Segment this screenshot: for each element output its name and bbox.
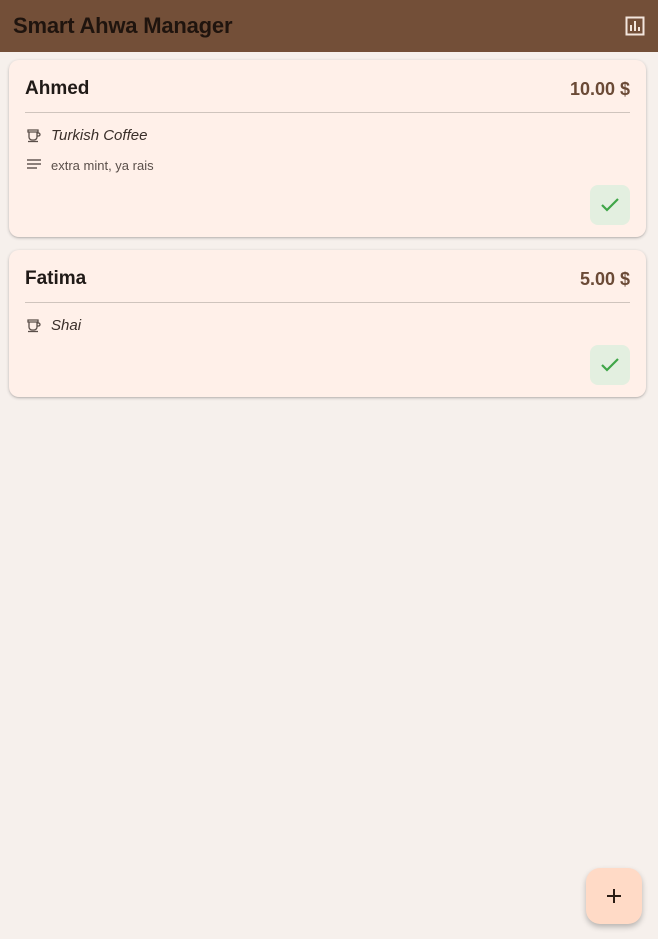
note-row: extra mint, ya rais — [25, 155, 630, 175]
order-card: Fatima 5.00 $ Shai — [9, 250, 646, 397]
check-icon — [601, 198, 619, 212]
customer-name: Fatima — [25, 268, 87, 289]
mark-done-button[interactable] — [590, 185, 630, 225]
drink-row: Shai — [25, 315, 630, 335]
divider — [25, 302, 630, 303]
notes-icon — [25, 157, 42, 174]
app-bar: Smart Ahwa Manager — [0, 0, 658, 52]
add-order-button[interactable] — [586, 868, 642, 924]
drink-name: Shai — [51, 316, 82, 334]
order-header: Fatima 5.00 $ — [25, 266, 630, 292]
plus-icon — [607, 889, 621, 903]
coffee-cup-icon — [25, 127, 42, 144]
order-price: 10.00 $ — [569, 78, 630, 99]
reports-button[interactable] — [622, 13, 648, 39]
order-note: extra mint, ya rais — [51, 157, 154, 173]
drink-name: Turkish Coffee — [51, 126, 148, 144]
customer-name: Ahmed — [25, 78, 90, 99]
check-icon — [601, 358, 619, 372]
card-actions — [25, 345, 630, 385]
orders-list: Ahmed 10.00 $ Turkish Coffee extra mint,… — [9, 60, 646, 410]
divider — [25, 112, 630, 113]
order-card: Ahmed 10.00 $ Turkish Coffee extra mint,… — [9, 60, 646, 237]
coffee-cup-icon — [25, 317, 42, 334]
bar-chart-icon — [625, 16, 645, 36]
mark-done-button[interactable] — [590, 345, 630, 385]
card-actions — [25, 185, 630, 225]
drink-row: Turkish Coffee — [25, 125, 630, 145]
order-price: 5.00 $ — [579, 268, 630, 289]
app-title: Smart Ahwa Manager — [13, 13, 233, 38]
order-header: Ahmed 10.00 $ — [25, 76, 630, 102]
